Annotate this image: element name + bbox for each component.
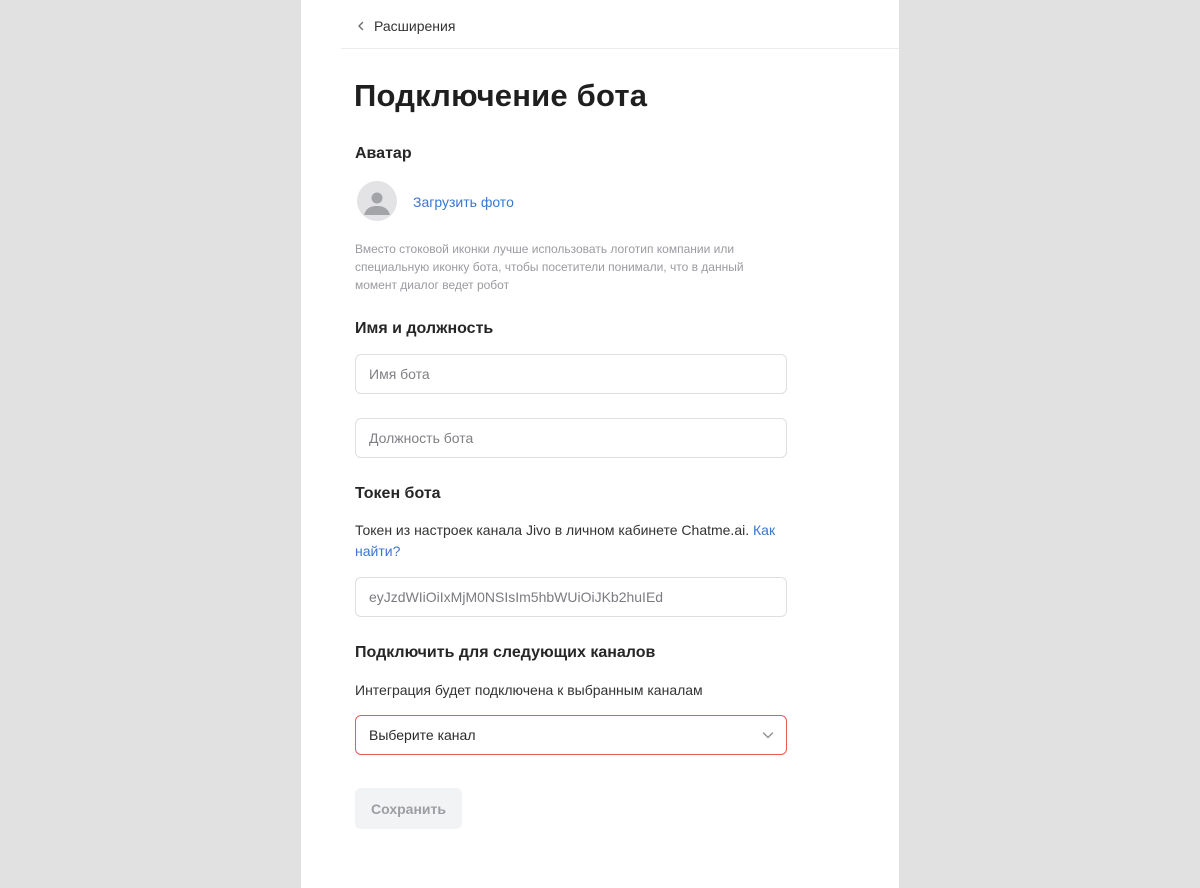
back-link-label[interactable]: Расширения [374,18,455,34]
bot-name-input[interactable] [356,355,786,393]
page-title: Подключение бота [354,78,648,113]
settings-panel: Расширения Подключение бота Аватар Загру… [301,0,899,888]
name-section-title: Имя и должность [355,320,494,337]
bot-name-field-wrapper [355,354,787,394]
user-avatar-icon [357,181,397,221]
channels-description: Интеграция будет подключена к выбранным … [355,682,703,698]
top-bar: Расширения [341,0,899,49]
bot-token-input[interactable] [356,578,786,616]
channel-select[interactable]: Выберите канал [355,715,787,755]
avatar-section-title: Аватар [355,145,412,162]
channel-select-value: Выберите канал [369,727,476,743]
token-section-title: Токен бота [355,485,441,502]
token-description: Токен из настроек канала Jivo в личном к… [355,520,795,562]
avatar-hint: Вместо стоковой иконки лучше использоват… [355,242,744,292]
bot-position-input[interactable] [356,419,786,457]
bot-position-field-wrapper [355,418,787,458]
chevron-left-icon [358,21,364,31]
token-field-wrapper [355,577,787,617]
chevron-down-icon [762,732,774,739]
save-button[interactable]: Сохранить [355,788,462,829]
upload-photo-link[interactable]: Загрузить фото [413,194,514,210]
token-description-text: Токен из настроек канала Jivo в личном к… [355,522,750,538]
back-to-extensions-link[interactable]: Расширения [355,18,455,34]
channels-section-title: Подключить для следующих каналов [355,644,656,661]
